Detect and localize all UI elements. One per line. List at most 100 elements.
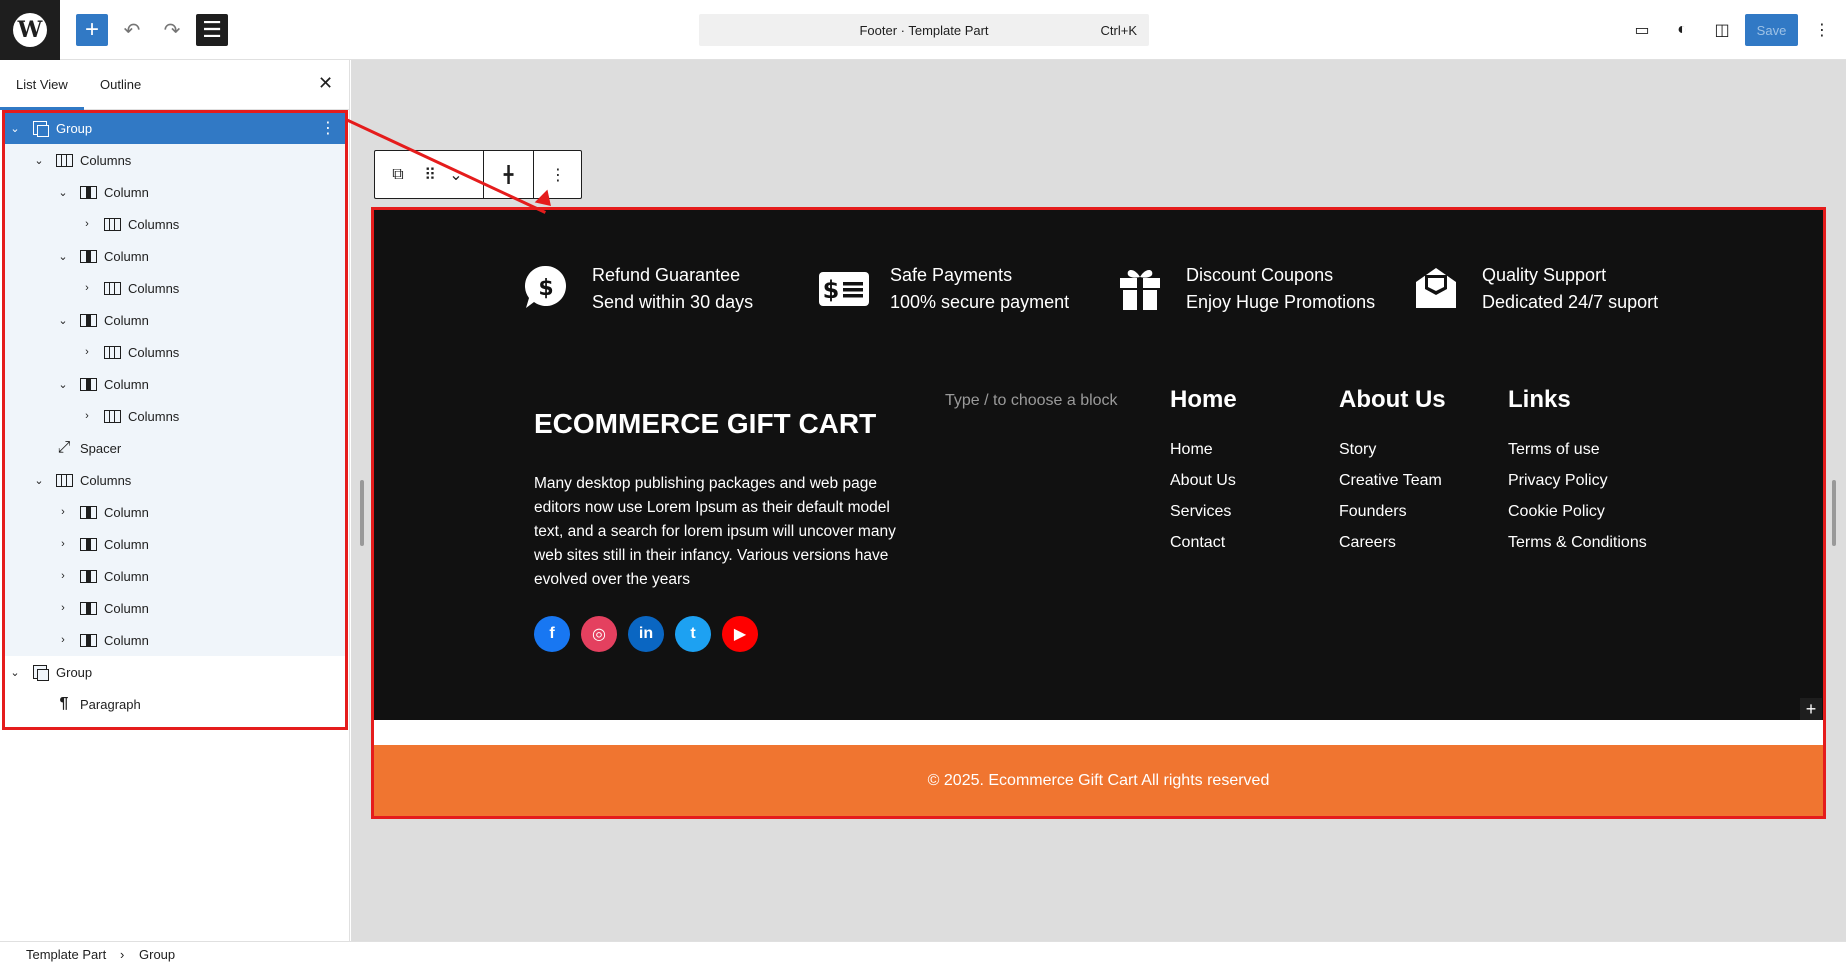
- tree-row-label: Group: [56, 664, 93, 680]
- tree-row-paragraph[interactable]: ¶ Paragraph: [4, 688, 346, 720]
- payment-icon: $: [818, 262, 870, 314]
- tree-row-columns[interactable]: › Columns: [4, 272, 346, 304]
- linkedin-icon[interactable]: in: [628, 616, 664, 652]
- chevron-right-icon[interactable]: ›: [56, 602, 70, 614]
- chevron-right-icon[interactable]: ›: [80, 410, 94, 422]
- footer-brand-heading[interactable]: ECOMMERCE GIFT CART: [534, 408, 876, 440]
- wordpress-logo-button[interactable]: W: [0, 0, 60, 60]
- footer-group-block[interactable]: $ Refund Guarantee Send within 30 days $ …: [374, 210, 1823, 720]
- close-icon[interactable]: ✕: [318, 73, 333, 94]
- list-view-icon: ☰: [202, 17, 222, 42]
- tree-row-label: Column: [104, 504, 149, 520]
- nav-link[interactable]: Founders: [1339, 496, 1446, 527]
- nav-link[interactable]: Careers: [1339, 527, 1446, 558]
- tab-outline[interactable]: Outline: [100, 77, 141, 92]
- tree-row-column[interactable]: ⌄ Column: [4, 176, 346, 208]
- nav-link[interactable]: Terms of use: [1508, 434, 1647, 465]
- nav-link[interactable]: Story: [1339, 434, 1446, 465]
- align-button[interactable]: ╋: [484, 151, 533, 198]
- chevron-right-icon[interactable]: ›: [56, 570, 70, 582]
- nav-link[interactable]: Cookie Policy: [1508, 496, 1647, 527]
- chevron-down-icon[interactable]: ⌄: [56, 250, 70, 263]
- add-block-button[interactable]: +: [76, 14, 108, 46]
- tree-row-columns[interactable]: › Columns: [4, 208, 346, 240]
- copyright-bar[interactable]: © 2025. Ecommerce Gift Cart All rights r…: [374, 745, 1823, 816]
- nav-link[interactable]: Services: [1170, 496, 1237, 527]
- tree-row-columns[interactable]: ⌄ Columns: [4, 144, 346, 176]
- redo-button[interactable]: ↷: [156, 14, 188, 46]
- nav-link[interactable]: Contact: [1170, 527, 1237, 558]
- tree-row-group[interactable]: ⌄ Group ⋮: [4, 112, 346, 144]
- chevron-down-icon[interactable]: ⌄: [56, 314, 70, 327]
- copyright-text[interactable]: © 2025. Ecommerce Gift Cart All rights r…: [928, 772, 1270, 790]
- breadcrumb-item[interactable]: Template Part: [26, 947, 106, 962]
- tree-row-group[interactable]: ⌄ Group: [4, 656, 346, 688]
- chevron-down-icon[interactable]: ⌄: [8, 122, 22, 135]
- nav-link[interactable]: Terms & Conditions: [1508, 527, 1647, 558]
- tree-row-columns[interactable]: › Columns: [4, 336, 346, 368]
- more-vertical-icon[interactable]: ⋮: [320, 118, 336, 138]
- tab-list-view[interactable]: List View: [16, 77, 68, 92]
- sidebar-tabs: List View Outline ✕: [0, 60, 349, 110]
- block-options-button[interactable]: ⋮: [534, 151, 582, 198]
- twitter-icon[interactable]: t: [675, 616, 711, 652]
- view-button[interactable]: ▭: [1626, 14, 1658, 46]
- styles-button[interactable]: ◐: [1666, 14, 1698, 46]
- add-block-inserter-button[interactable]: +: [1800, 698, 1822, 720]
- nav-column-links: Links Terms of use Privacy Policy Cookie…: [1508, 386, 1647, 558]
- chevron-down-icon[interactable]: ⌄: [56, 378, 70, 391]
- undo-button[interactable]: ↶: [116, 14, 148, 46]
- nav-link[interactable]: Home: [1170, 434, 1237, 465]
- nav-link[interactable]: Privacy Policy: [1508, 465, 1647, 496]
- chevron-right-icon[interactable]: ›: [56, 538, 70, 550]
- chevron-right-icon[interactable]: ›: [80, 218, 94, 230]
- facebook-icon[interactable]: f: [534, 616, 570, 652]
- more-vertical-icon: ⋮: [550, 166, 566, 184]
- columns-icon: [54, 472, 74, 488]
- chevron-right-icon[interactable]: ›: [80, 346, 94, 358]
- refund-icon: $: [520, 262, 572, 314]
- footer-description[interactable]: Many desktop publishing packages and web…: [534, 472, 914, 592]
- resize-handle-right[interactable]: [1832, 480, 1836, 546]
- command-palette-button[interactable]: Footer · Template Part Ctrl+K: [699, 14, 1149, 46]
- breadcrumb-item[interactable]: Group: [139, 947, 175, 962]
- settings-button[interactable]: ◫: [1706, 14, 1738, 46]
- block-appender-placeholder[interactable]: Type / to choose a block: [945, 392, 1118, 410]
- tree-row-columns[interactable]: ⌄ Columns: [4, 464, 346, 496]
- chevron-right-icon[interactable]: ›: [80, 282, 94, 294]
- tree-row-column[interactable]: › Column: [4, 592, 346, 624]
- save-button[interactable]: Save: [1745, 14, 1798, 46]
- list-view-toggle-button[interactable]: ☰: [196, 14, 228, 46]
- youtube-icon[interactable]: ▶: [722, 616, 758, 652]
- column-icon: [78, 248, 98, 264]
- select-parent-button[interactable]: ⧉: [375, 151, 421, 198]
- columns-icon: [102, 344, 122, 360]
- tree-row-spacer[interactable]: ⤢ Spacer: [4, 432, 346, 464]
- feature-title: Quality Support: [1482, 265, 1607, 285]
- chevron-right-icon[interactable]: ›: [56, 634, 70, 646]
- chevron-down-icon[interactable]: ⌄: [56, 186, 70, 199]
- chevron-down-icon[interactable]: ⌄: [32, 154, 46, 167]
- nav-link[interactable]: Creative Team: [1339, 465, 1446, 496]
- editor-header: W + ↶ ↷ ☰ Footer · Template Part Ctrl+K …: [0, 0, 1846, 60]
- tree-row-column[interactable]: › Column: [4, 528, 346, 560]
- nav-column-home: Home Home About Us Services Contact: [1170, 386, 1237, 558]
- tree-row-column[interactable]: ⌄ Column: [4, 368, 346, 400]
- nav-link[interactable]: About Us: [1170, 465, 1237, 496]
- instagram-icon[interactable]: ◎: [581, 616, 617, 652]
- tree-row-label: Paragraph: [80, 696, 141, 712]
- tree-row-columns[interactable]: › Columns: [4, 400, 346, 432]
- tree-row-column[interactable]: ⌄ Column: [4, 304, 346, 336]
- chevron-right-icon[interactable]: ›: [56, 506, 70, 518]
- options-button[interactable]: ⋮: [1806, 14, 1838, 46]
- chevron-down-icon[interactable]: ⌄: [8, 666, 22, 679]
- tree-row-column[interactable]: › Column: [4, 496, 346, 528]
- block-breadcrumb: Template Part › Group: [0, 941, 1846, 966]
- chevron-down-icon[interactable]: ⌄: [32, 474, 46, 487]
- tree-row-column[interactable]: › Column: [4, 560, 346, 592]
- more-vertical-icon: ⋮: [1814, 22, 1830, 39]
- tree-row-column[interactable]: › Column: [4, 624, 346, 656]
- tree-row-column[interactable]: ⌄ Column: [4, 240, 346, 272]
- resize-handle-left[interactable]: [360, 480, 364, 546]
- tree-row-label: Columns: [80, 152, 132, 168]
